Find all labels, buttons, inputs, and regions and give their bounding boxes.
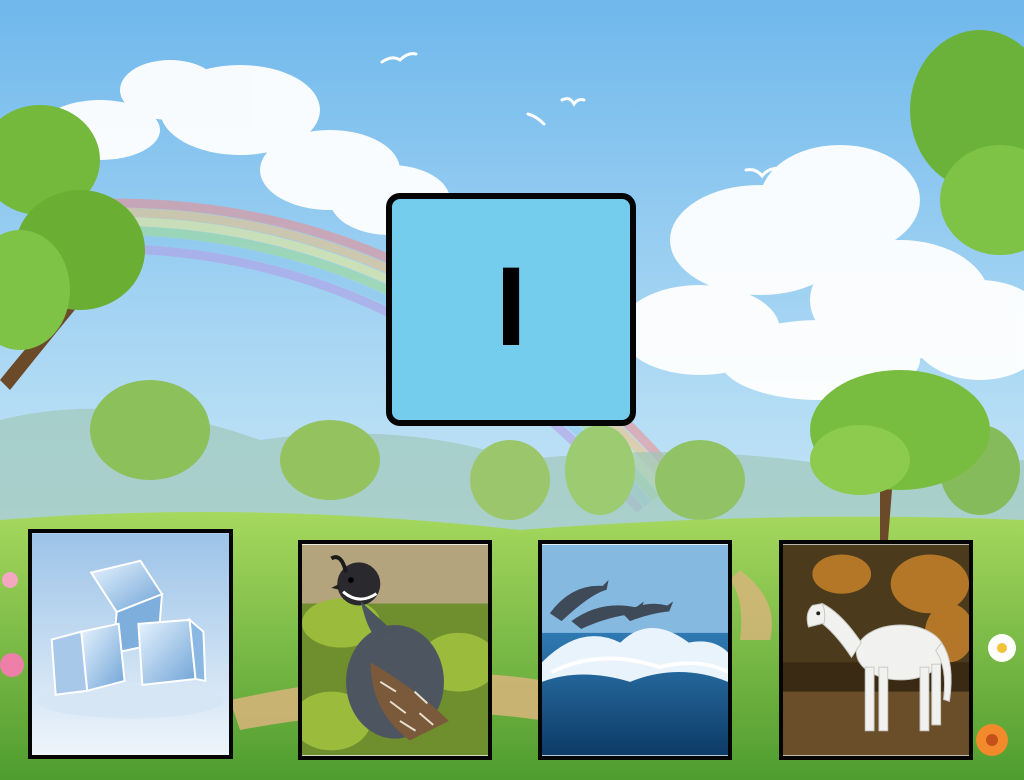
choice-card-horse[interactable] bbox=[779, 540, 973, 760]
quail-bird-image bbox=[302, 544, 488, 756]
choice-card-dolphin[interactable] bbox=[538, 540, 732, 760]
dolphins-wave-image bbox=[542, 544, 728, 756]
choice-card-quail[interactable] bbox=[298, 540, 492, 760]
choice-card-ice[interactable] bbox=[28, 529, 233, 759]
target-letter: I bbox=[495, 243, 527, 369]
ice-cubes-image bbox=[32, 533, 229, 755]
letter-card[interactable]: I bbox=[386, 193, 636, 426]
white-horse-image bbox=[783, 544, 969, 756]
